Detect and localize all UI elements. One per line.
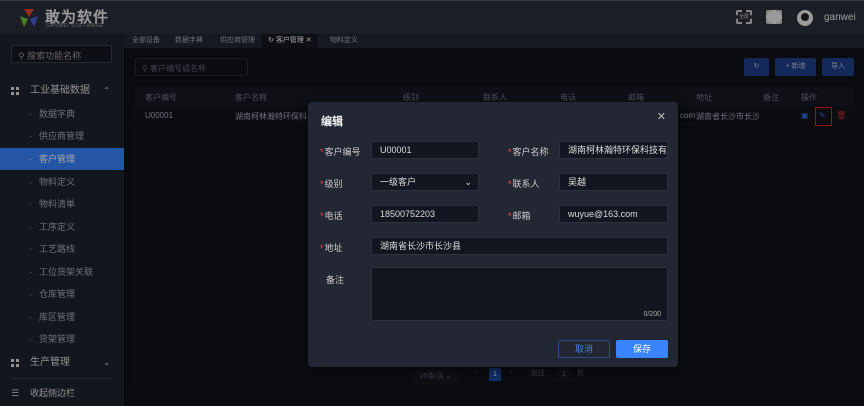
phone-label: 电话 (320, 209, 343, 222)
email-label: 邮箱 (508, 209, 531, 222)
address-label: 地址 (320, 241, 343, 254)
phone-input[interactable]: 18500752203 (371, 205, 479, 223)
remark-textarea[interactable]: 0/200 (371, 267, 668, 321)
level-label: 级别 (320, 177, 343, 190)
name-label: 客户名称 (508, 145, 549, 158)
char-count: 0/200 (643, 311, 661, 318)
edit-dialog: 编辑 ✕ 客户编号 U00001 客户名称 湖南柯林瀚特环保科技有限公司 级别 … (308, 102, 678, 367)
name-input[interactable]: 湖南柯林瀚特环保科技有限公司 (559, 141, 668, 159)
contact-input[interactable]: 吴越 (559, 173, 668, 191)
code-label: 客户编号 (320, 145, 361, 158)
close-icon[interactable]: ✕ (657, 110, 666, 123)
cancel-button[interactable]: 取消 (558, 340, 610, 358)
level-value: 一级客户 (380, 177, 417, 187)
dialog-title: 编辑 (321, 116, 343, 128)
chevron-down-icon: ⌄ (464, 177, 472, 187)
email-input[interactable]: wuyue@163.com (559, 205, 668, 223)
code-input[interactable]: U00001 (371, 141, 479, 159)
contact-label: 联系人 (508, 177, 540, 190)
level-select[interactable]: 一级客户 ⌄ (371, 173, 479, 191)
remark-label: 备注 (326, 275, 345, 285)
address-input[interactable]: 湖南省长沙市长沙县 (371, 237, 668, 255)
save-button[interactable]: 保存 (616, 340, 668, 358)
